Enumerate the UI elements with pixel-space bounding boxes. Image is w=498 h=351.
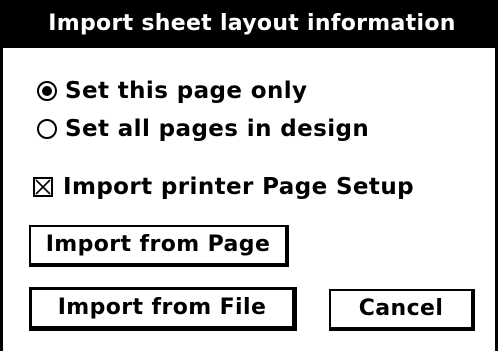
import-from-page-button[interactable]: Import from Page — [29, 225, 289, 267]
import-sheet-layout-dialog: Import sheet layout information Set this… — [0, 0, 498, 351]
checkbox-label: Import printer Page Setup — [63, 174, 414, 200]
checkbox-checked-icon[interactable] — [33, 177, 53, 197]
radio-unselected-icon[interactable] — [37, 119, 57, 139]
option-set-all-pages[interactable]: Set all pages in design — [37, 114, 369, 144]
cancel-button[interactable]: Cancel — [329, 289, 475, 331]
import-from-file-button[interactable]: Import from File — [29, 287, 297, 331]
import-printer-page-setup-checkbox[interactable]: Import printer Page Setup — [33, 172, 414, 202]
radio-selected-icon[interactable] — [37, 81, 57, 101]
option-label: Set all pages in design — [65, 116, 370, 142]
option-set-this-page-only[interactable]: Set this page only — [37, 76, 307, 106]
dialog-title: Import sheet layout information — [3, 0, 498, 48]
option-label: Set this page only — [65, 78, 308, 104]
